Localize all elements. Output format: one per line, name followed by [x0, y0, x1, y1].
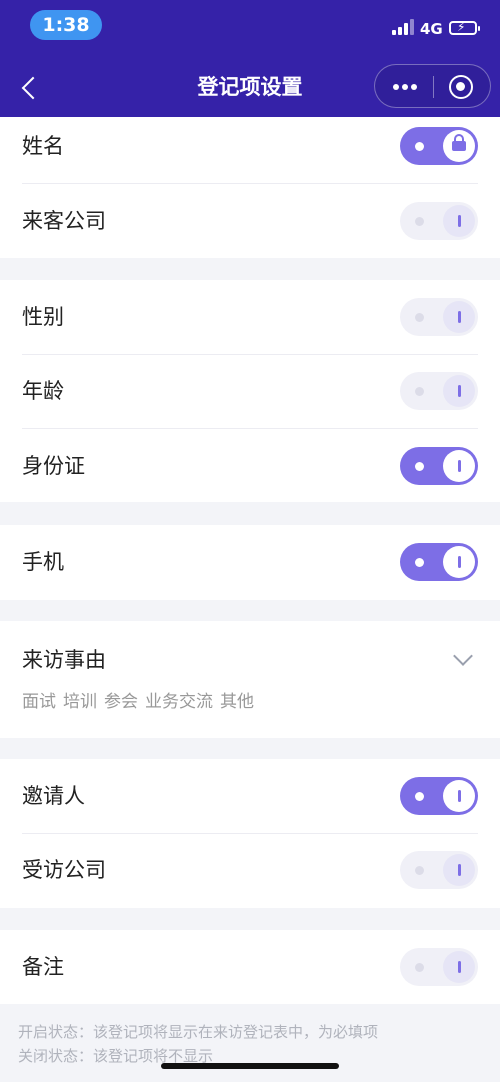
more-dots-icon [393, 84, 399, 90]
toggle-gender[interactable] [400, 298, 478, 336]
reason-option: 培训 [63, 692, 97, 712]
row-inviter: 邀请人 [0, 759, 500, 834]
row-host-company: 受访公司 [0, 833, 500, 908]
toggle-host-company[interactable] [400, 851, 478, 889]
header: 1:38 4G ⚡ 登记项设置 [0, 0, 500, 117]
status-time: 1:38 [30, 10, 102, 40]
section-remarks: 备注 [0, 930, 500, 1004]
row-label: 邀请人 [22, 784, 85, 808]
toggle-inviter[interactable] [400, 777, 478, 815]
nav-bar: 登记项设置 [0, 60, 500, 112]
reason-option: 参会 [104, 692, 138, 712]
toggle-name[interactable] [400, 127, 478, 165]
toggle-remarks[interactable] [400, 948, 478, 986]
row-label: 年龄 [22, 379, 64, 403]
toggle-age[interactable] [400, 372, 478, 410]
toggle-phone[interactable] [400, 543, 478, 581]
row-remarks: 备注 [0, 930, 500, 1005]
signal-icon [392, 19, 414, 35]
row-label: 来客公司 [22, 209, 106, 233]
capsule-divider [433, 76, 434, 98]
section-basic-info: 姓名 来客公司 [0, 117, 500, 258]
home-indicator [161, 1063, 339, 1069]
battery-icon: ⚡ [449, 20, 480, 35]
row-id-card: 身份证 [0, 429, 500, 504]
row-age: 年龄 [0, 354, 500, 429]
reason-option: 其他 [220, 692, 254, 712]
section-host: 邀请人 受访公司 [0, 759, 500, 908]
more-button[interactable] [389, 75, 421, 99]
section-visit-reason[interactable]: 来访事由 面试 培训 参会 业务交流 其他 [0, 621, 500, 738]
status-bar: 1:38 4G ⚡ [0, 0, 500, 52]
toggle-visitor-company[interactable] [400, 202, 478, 240]
row-visitor-company: 来客公司 [0, 184, 500, 259]
reason-option: 业务交流 [145, 692, 213, 712]
toggle-id-card[interactable] [400, 447, 478, 485]
row-label: 身份证 [22, 454, 85, 478]
miniapp-capsule [374, 64, 491, 108]
visit-reason-options: 面试 培训 参会 业务交流 其他 [22, 687, 254, 712]
note-on-state: 开启状态：该登记项将显示在来访登记表中，为必填项 [18, 1023, 379, 1041]
section-personal-info: 性别 年龄 身份证 [0, 280, 500, 502]
row-label: 性别 [22, 305, 64, 329]
row-label: 备注 [22, 955, 64, 979]
footer-notes: 开启状态：该登记项将显示在来访登记表中，为必填项 关闭状态：该登记项将不显示 [18, 1020, 378, 1068]
row-label: 手机 [22, 550, 64, 574]
reason-option: 面试 [22, 692, 56, 712]
row-name: 姓名 [0, 109, 500, 184]
back-button[interactable] [14, 70, 46, 106]
row-label: 受访公司 [22, 858, 106, 882]
page-title: 登记项设置 [197, 75, 303, 99]
section-phone: 手机 [0, 525, 500, 600]
row-gender: 性别 [0, 280, 500, 355]
close-miniapp-button[interactable] [449, 75, 473, 99]
chevron-down-icon[interactable] [453, 646, 473, 666]
chevron-left-icon [21, 76, 45, 100]
lock-icon [452, 134, 466, 153]
row-phone: 手机 [0, 525, 500, 600]
charging-bolt-icon: ⚡ [457, 20, 466, 34]
network-label: 4G [420, 20, 443, 38]
row-label: 姓名 [22, 134, 64, 158]
